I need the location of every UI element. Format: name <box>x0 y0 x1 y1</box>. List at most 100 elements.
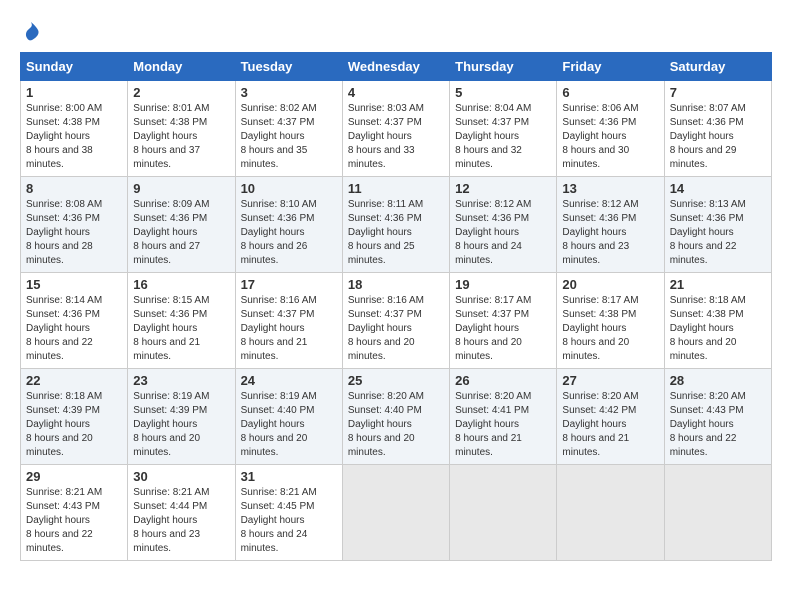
daylight-label: Daylight hours <box>562 419 626 430</box>
sunrise-label: Sunrise: 8:00 AM <box>26 103 102 114</box>
day-number: 4 <box>348 85 444 100</box>
weekday-header-wednesday: Wednesday <box>342 53 449 81</box>
sunrise-label: Sunrise: 8:20 AM <box>670 391 746 402</box>
sunrise-label: Sunrise: 8:16 AM <box>348 295 424 306</box>
daylight-label: Daylight hours <box>133 131 197 142</box>
day-info: Sunrise: 8:12 AM Sunset: 4:36 PM Dayligh… <box>562 198 658 268</box>
calendar-cell: 4 Sunrise: 8:03 AM Sunset: 4:37 PM Dayli… <box>342 81 449 177</box>
daylight-label: Daylight hours <box>241 227 305 238</box>
sunset-label: Sunset: 4:38 PM <box>133 117 207 128</box>
day-number: 31 <box>241 469 337 484</box>
day-number: 28 <box>670 373 766 388</box>
sunrise-label: Sunrise: 8:02 AM <box>241 103 317 114</box>
sunrise-label: Sunrise: 8:18 AM <box>670 295 746 306</box>
day-info: Sunrise: 8:18 AM Sunset: 4:38 PM Dayligh… <box>670 294 766 364</box>
calendar-table: SundayMondayTuesdayWednesdayThursdayFrid… <box>20 52 772 561</box>
day-number: 13 <box>562 181 658 196</box>
sunrise-label: Sunrise: 8:04 AM <box>455 103 531 114</box>
sunset-label: Sunset: 4:38 PM <box>562 309 636 320</box>
day-info: Sunrise: 8:12 AM Sunset: 4:36 PM Dayligh… <box>455 198 551 268</box>
sunset-label: Sunset: 4:40 PM <box>348 405 422 416</box>
daylight-value: 8 hours and 23 minutes. <box>562 241 629 266</box>
daylight-value: 8 hours and 20 minutes. <box>455 337 522 362</box>
calendar-cell <box>342 465 449 561</box>
weekday-header-friday: Friday <box>557 53 664 81</box>
calendar-cell <box>450 465 557 561</box>
sunrise-label: Sunrise: 8:17 AM <box>455 295 531 306</box>
day-info: Sunrise: 8:19 AM Sunset: 4:40 PM Dayligh… <box>241 390 337 460</box>
daylight-value: 8 hours and 28 minutes. <box>26 241 93 266</box>
day-info: Sunrise: 8:02 AM Sunset: 4:37 PM Dayligh… <box>241 102 337 172</box>
daylight-value: 8 hours and 35 minutes. <box>241 145 308 170</box>
day-info: Sunrise: 8:04 AM Sunset: 4:37 PM Dayligh… <box>455 102 551 172</box>
sunrise-label: Sunrise: 8:15 AM <box>133 295 209 306</box>
daylight-label: Daylight hours <box>133 419 197 430</box>
sunset-label: Sunset: 4:41 PM <box>455 405 529 416</box>
day-number: 21 <box>670 277 766 292</box>
day-number: 10 <box>241 181 337 196</box>
logo-bird-icon <box>22 20 40 42</box>
daylight-label: Daylight hours <box>241 419 305 430</box>
sunrise-label: Sunrise: 8:20 AM <box>562 391 638 402</box>
daylight-value: 8 hours and 27 minutes. <box>133 241 200 266</box>
day-info: Sunrise: 8:09 AM Sunset: 4:36 PM Dayligh… <box>133 198 229 268</box>
day-info: Sunrise: 8:16 AM Sunset: 4:37 PM Dayligh… <box>241 294 337 364</box>
sunset-label: Sunset: 4:36 PM <box>562 213 636 224</box>
calendar-cell: 10 Sunrise: 8:10 AM Sunset: 4:36 PM Dayl… <box>235 177 342 273</box>
sunset-label: Sunset: 4:43 PM <box>670 405 744 416</box>
daylight-value: 8 hours and 22 minutes. <box>670 433 737 458</box>
calendar-cell: 6 Sunrise: 8:06 AM Sunset: 4:36 PM Dayli… <box>557 81 664 177</box>
day-info: Sunrise: 8:18 AM Sunset: 4:39 PM Dayligh… <box>26 390 122 460</box>
day-number: 6 <box>562 85 658 100</box>
daylight-value: 8 hours and 24 minutes. <box>241 529 308 554</box>
sunset-label: Sunset: 4:37 PM <box>348 117 422 128</box>
sunrise-label: Sunrise: 8:21 AM <box>26 487 102 498</box>
sunset-label: Sunset: 4:37 PM <box>241 309 315 320</box>
day-info: Sunrise: 8:21 AM Sunset: 4:43 PM Dayligh… <box>26 486 122 556</box>
daylight-label: Daylight hours <box>241 515 305 526</box>
daylight-value: 8 hours and 21 minutes. <box>133 337 200 362</box>
daylight-label: Daylight hours <box>670 419 734 430</box>
daylight-label: Daylight hours <box>26 227 90 238</box>
calendar-week-4: 22 Sunrise: 8:18 AM Sunset: 4:39 PM Dayl… <box>21 369 772 465</box>
sunset-label: Sunset: 4:42 PM <box>562 405 636 416</box>
daylight-label: Daylight hours <box>26 323 90 334</box>
day-number: 9 <box>133 181 229 196</box>
day-info: Sunrise: 8:21 AM Sunset: 4:44 PM Dayligh… <box>133 486 229 556</box>
day-info: Sunrise: 8:00 AM Sunset: 4:38 PM Dayligh… <box>26 102 122 172</box>
sunrise-label: Sunrise: 8:13 AM <box>670 199 746 210</box>
sunrise-label: Sunrise: 8:14 AM <box>26 295 102 306</box>
page-container: SundayMondayTuesdayWednesdayThursdayFrid… <box>20 20 772 561</box>
sunrise-label: Sunrise: 8:19 AM <box>133 391 209 402</box>
sunrise-label: Sunrise: 8:21 AM <box>241 487 317 498</box>
sunset-label: Sunset: 4:40 PM <box>241 405 315 416</box>
daylight-value: 8 hours and 25 minutes. <box>348 241 415 266</box>
daylight-label: Daylight hours <box>562 227 626 238</box>
sunset-label: Sunset: 4:36 PM <box>348 213 422 224</box>
daylight-label: Daylight hours <box>133 323 197 334</box>
sunset-label: Sunset: 4:38 PM <box>26 117 100 128</box>
daylight-value: 8 hours and 32 minutes. <box>455 145 522 170</box>
daylight-value: 8 hours and 20 minutes. <box>348 337 415 362</box>
sunrise-label: Sunrise: 8:20 AM <box>348 391 424 402</box>
sunset-label: Sunset: 4:37 PM <box>241 117 315 128</box>
daylight-label: Daylight hours <box>455 131 519 142</box>
daylight-value: 8 hours and 20 minutes. <box>133 433 200 458</box>
daylight-value: 8 hours and 21 minutes. <box>562 433 629 458</box>
daylight-label: Daylight hours <box>26 419 90 430</box>
day-info: Sunrise: 8:20 AM Sunset: 4:43 PM Dayligh… <box>670 390 766 460</box>
calendar-cell: 26 Sunrise: 8:20 AM Sunset: 4:41 PM Dayl… <box>450 369 557 465</box>
daylight-value: 8 hours and 22 minutes. <box>26 529 93 554</box>
calendar-cell: 14 Sunrise: 8:13 AM Sunset: 4:36 PM Dayl… <box>664 177 771 273</box>
sunset-label: Sunset: 4:36 PM <box>133 213 207 224</box>
daylight-label: Daylight hours <box>133 227 197 238</box>
calendar-cell: 22 Sunrise: 8:18 AM Sunset: 4:39 PM Dayl… <box>21 369 128 465</box>
day-info: Sunrise: 8:06 AM Sunset: 4:36 PM Dayligh… <box>562 102 658 172</box>
calendar-week-1: 1 Sunrise: 8:00 AM Sunset: 4:38 PM Dayli… <box>21 81 772 177</box>
daylight-label: Daylight hours <box>455 419 519 430</box>
daylight-value: 8 hours and 23 minutes. <box>133 529 200 554</box>
sunrise-label: Sunrise: 8:01 AM <box>133 103 209 114</box>
sunset-label: Sunset: 4:36 PM <box>133 309 207 320</box>
daylight-label: Daylight hours <box>348 419 412 430</box>
calendar-cell <box>664 465 771 561</box>
